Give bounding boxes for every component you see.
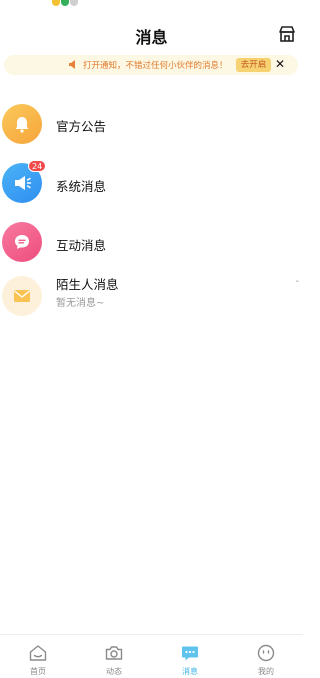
message-icon xyxy=(182,646,198,661)
close-banner-button[interactable]: ✕ xyxy=(275,57,285,71)
status-bar xyxy=(0,0,303,8)
tab-messages[interactable]: 消息 xyxy=(152,635,228,678)
tab-label: 动态 xyxy=(106,667,122,676)
item-preview: 暂无消息~ xyxy=(56,298,105,309)
list-item-system-messages[interactable]: 24 系统消息 xyxy=(0,160,303,213)
envelope-icon xyxy=(14,290,30,302)
home-icon xyxy=(29,645,47,661)
item-label: 系统消息 xyxy=(56,179,107,194)
tab-label: 首页 xyxy=(30,667,46,676)
page-title: 消息 xyxy=(135,28,168,47)
app-logo xyxy=(52,0,78,6)
list-item-interaction-messages[interactable]: 互动消息 xyxy=(0,222,303,272)
tab-label: 消息 xyxy=(182,667,198,676)
bell-avatar xyxy=(2,104,42,144)
chat-avatar xyxy=(2,222,42,262)
notice-text: 打开通知，不错过任何小伙伴的消息！ xyxy=(83,61,228,71)
header: 消息 xyxy=(0,18,303,52)
item-time: - xyxy=(295,276,299,287)
smiley-icon xyxy=(257,644,275,662)
enable-notifications-button[interactable]: 去开启 xyxy=(236,58,271,72)
tab-feed[interactable]: 动态 xyxy=(76,635,152,678)
unread-badge: 24 xyxy=(28,160,47,172)
speaker-icon xyxy=(69,60,75,69)
list-item-stranger-messages[interactable]: 陌生人消息 暂无消息~ - xyxy=(0,274,303,324)
tab-label: 我的 xyxy=(258,667,274,676)
tab-profile[interactable]: 我的 xyxy=(228,635,304,678)
bell-icon xyxy=(15,117,29,133)
envelope-avatar xyxy=(2,276,42,316)
item-label: 官方公告 xyxy=(56,119,107,134)
store-icon[interactable] xyxy=(277,24,297,44)
item-label: 互动消息 xyxy=(56,238,107,253)
item-label: 陌生人消息 xyxy=(56,277,119,292)
megaphone-icon xyxy=(15,176,32,190)
list-item-official-announcement[interactable]: 官方公告 xyxy=(0,104,303,154)
notification-banner: 打开通知，不错过任何小伙伴的消息！ 去开启 ✕ xyxy=(4,55,298,75)
bottom-tab-bar: 首页 动态 消息 我的 xyxy=(0,634,303,678)
camera-icon xyxy=(105,646,123,660)
chat-bubble-icon xyxy=(15,235,29,249)
tab-home[interactable]: 首页 xyxy=(0,635,76,678)
megaphone-avatar: 24 xyxy=(2,160,47,203)
